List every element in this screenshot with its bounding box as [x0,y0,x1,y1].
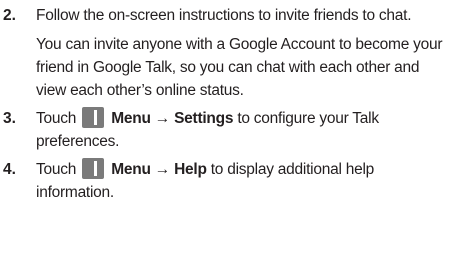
step-text: Touch Menu → Help to display additional … [36,158,453,204]
arrow-glyph: → [154,110,171,127]
menu-label: Menu [111,110,151,127]
menu-key-icon [82,107,105,128]
step-touch-word: Touch [36,110,77,127]
step-number: 4. [3,161,16,178]
menu-key-icon [82,158,105,179]
step-note: You can invite anyone with a Google Acco… [36,36,443,99]
step-text: Follow the on-screen instructions to inv… [36,7,412,24]
step-number: 3. [3,110,16,127]
help-label: Help [174,161,207,178]
step-2: 2. Follow the on-screen instructions to … [0,4,453,102]
arrow-glyph: → [154,161,171,178]
step-number: 2. [3,7,16,24]
settings-label: Settings [174,110,234,127]
step-4: 4. Touch Menu → Help to display addition… [0,158,453,204]
menu-label: Menu [111,161,151,178]
step-touch-word: Touch [36,161,77,178]
instruction-page: 2. Follow the on-screen instructions to … [0,4,453,209]
step-3: 3. Touch Menu → Settings to configure yo… [0,107,453,153]
step-text: Touch Menu → Settings to configure your … [36,107,453,153]
